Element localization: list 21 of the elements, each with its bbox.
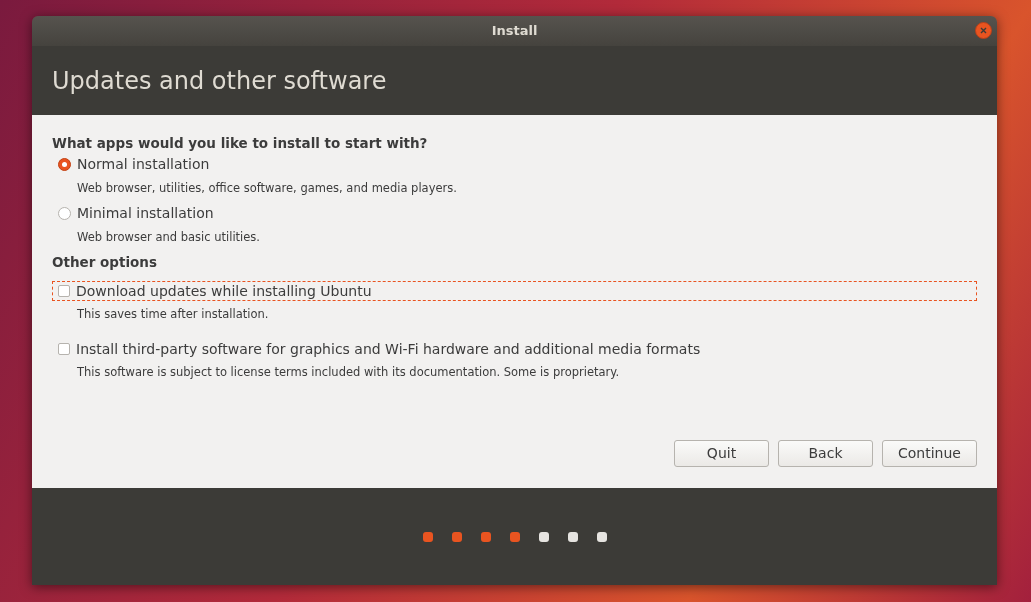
- button[interactable]: Quit: [674, 440, 769, 467]
- close-icon: [980, 27, 987, 34]
- button[interactable]: Continue: [882, 440, 977, 467]
- option-description: Web browser, utilities, office software, games, and media players.: [77, 179, 457, 197]
- checkbox[interactable]: [58, 285, 70, 297]
- option-label[interactable]: Normal installation: [77, 153, 210, 175]
- option-description: This saves time after installation.: [77, 306, 269, 324]
- option-description: This software is subject to license terms included with its documentation. Some is proprietary.: [77, 364, 620, 382]
- section-heading: Other options: [52, 253, 158, 271]
- window-title: Install: [491, 22, 538, 41]
- page-heading: Updates and other software: [52, 68, 387, 93]
- close-button[interactable]: [975, 22, 992, 39]
- option-label[interactable]: Download updates while installing Ubuntu: [76, 280, 372, 302]
- radio-button[interactable]: [58, 157, 71, 171]
- option-description: Web browser and basic utilities.: [77, 228, 260, 246]
- option-label[interactable]: Install third-party software for graphics and Wi-Fi hardware and additional media formats: [76, 338, 701, 360]
- radio-button[interactable]: [58, 206, 71, 220]
- checkbox[interactable]: [58, 343, 70, 355]
- button[interactable]: Back: [778, 440, 873, 467]
- option-label[interactable]: Minimal installation: [77, 202, 214, 224]
- section-heading: What apps would you like to install to start with?: [52, 134, 429, 152]
